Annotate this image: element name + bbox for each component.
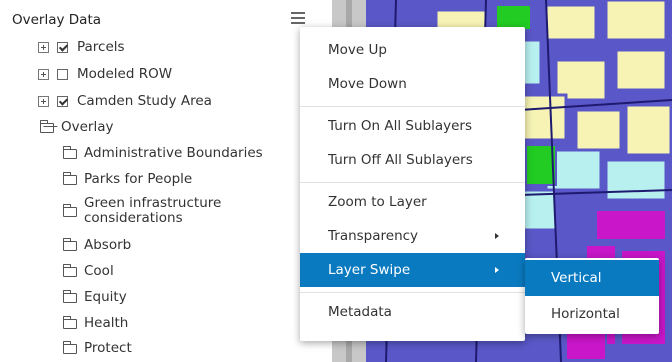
- sublayer-label: Parks for People: [84, 171, 193, 187]
- layer-checkbox[interactable]: [57, 41, 68, 53]
- menu-item-label: Transparency: [328, 228, 419, 244]
- sublayer-row[interactable]: Parks for People: [63, 171, 192, 187]
- expand-icon[interactable]: [38, 68, 49, 80]
- layer-swipe-submenu: Vertical Horizontal: [525, 258, 659, 334]
- layer-list-panel: Overlay Data Parcels Modeled ROW Camden …: [0, 0, 332, 362]
- panel-title: Overlay Data: [12, 12, 102, 28]
- menu-item-label: Zoom to Layer: [328, 194, 427, 210]
- folder-icon: [63, 238, 77, 251]
- sublayer-row[interactable]: Cool: [63, 263, 114, 279]
- sublayer-label: Administrative Boundaries: [84, 145, 263, 161]
- hamburger-icon[interactable]: [291, 12, 305, 24]
- sublayer-row[interactable]: Health: [63, 315, 128, 331]
- sublayer-label: Equity: [84, 289, 127, 305]
- submenu-item-label: Vertical: [551, 270, 602, 286]
- menu-item-label: Move Up: [328, 42, 387, 58]
- sublayer-row[interactable]: Protect: [63, 340, 132, 356]
- submenu-item-horizontal[interactable]: Horizontal: [525, 296, 659, 332]
- menu-item-zoom-to-layer[interactable]: Zoom to Layer: [300, 185, 525, 219]
- menu-divider: [300, 106, 525, 107]
- folder-icon: [63, 204, 77, 217]
- folder-icon: [63, 146, 77, 159]
- folder-icon: [63, 290, 77, 303]
- menu-item-transparency[interactable]: Transparency: [300, 219, 525, 253]
- menu-item-turn-on-sublayers[interactable]: Turn On All Sublayers: [300, 109, 525, 143]
- folder-icon: [63, 264, 77, 277]
- folder-icon: [63, 341, 77, 354]
- expand-icon[interactable]: [38, 41, 49, 53]
- expand-icon[interactable]: [38, 95, 49, 107]
- menu-item-label: Turn Off All Sublayers: [328, 152, 473, 168]
- layer-label: Parcels: [77, 39, 125, 55]
- menu-item-turn-off-sublayers[interactable]: Turn Off All Sublayers: [300, 143, 525, 177]
- submenu-item-label: Horizontal: [551, 306, 620, 322]
- layer-row-modeled-row[interactable]: Modeled ROW: [38, 66, 172, 82]
- sublayer-label: Green infrastructure considerations: [84, 195, 222, 226]
- submenu-item-vertical[interactable]: Vertical: [525, 260, 659, 296]
- menu-item-label: Metadata: [328, 304, 392, 320]
- layer-context-menu: Move Up Move Down Turn On All Sublayers …: [300, 27, 525, 341]
- layer-label: Modeled ROW: [77, 66, 173, 82]
- folder-open-icon: [40, 120, 54, 133]
- sublayer-label: Health: [84, 315, 129, 331]
- layer-row-parcels[interactable]: Parcels: [38, 39, 125, 55]
- layer-label: Camden Study Area: [77, 93, 212, 109]
- group-label: Overlay: [61, 119, 114, 135]
- sublayer-label: Protect: [84, 340, 132, 356]
- group-row-overlay[interactable]: Overlay: [40, 119, 113, 135]
- layer-row-camden-study-area[interactable]: Camden Study Area: [38, 93, 212, 109]
- menu-item-metadata[interactable]: Metadata: [300, 295, 525, 329]
- menu-divider: [300, 182, 525, 183]
- menu-item-layer-swipe[interactable]: Layer Swipe: [300, 253, 525, 287]
- sublayer-label: Cool: [84, 263, 114, 279]
- folder-icon: [63, 316, 77, 329]
- caret-right-icon: [495, 233, 499, 239]
- menu-item-label: Turn On All Sublayers: [328, 118, 473, 134]
- sublayer-label: Absorb: [84, 237, 132, 253]
- menu-item-label: Layer Swipe: [328, 262, 411, 278]
- folder-icon: [63, 172, 77, 185]
- sublayer-row[interactable]: Absorb: [63, 237, 131, 253]
- sublayer-row[interactable]: Equity: [63, 289, 127, 305]
- menu-item-move-up[interactable]: Move Up: [300, 33, 525, 67]
- sublayer-row[interactable]: Administrative Boundaries: [63, 145, 263, 161]
- layer-checkbox[interactable]: [57, 95, 68, 107]
- caret-right-icon: [495, 267, 499, 273]
- sublayer-row[interactable]: Green infrastructure considerations: [63, 196, 259, 226]
- layer-checkbox[interactable]: [57, 68, 68, 80]
- menu-item-label: Move Down: [328, 76, 407, 92]
- menu-divider: [300, 292, 525, 293]
- menu-item-move-down[interactable]: Move Down: [300, 67, 525, 101]
